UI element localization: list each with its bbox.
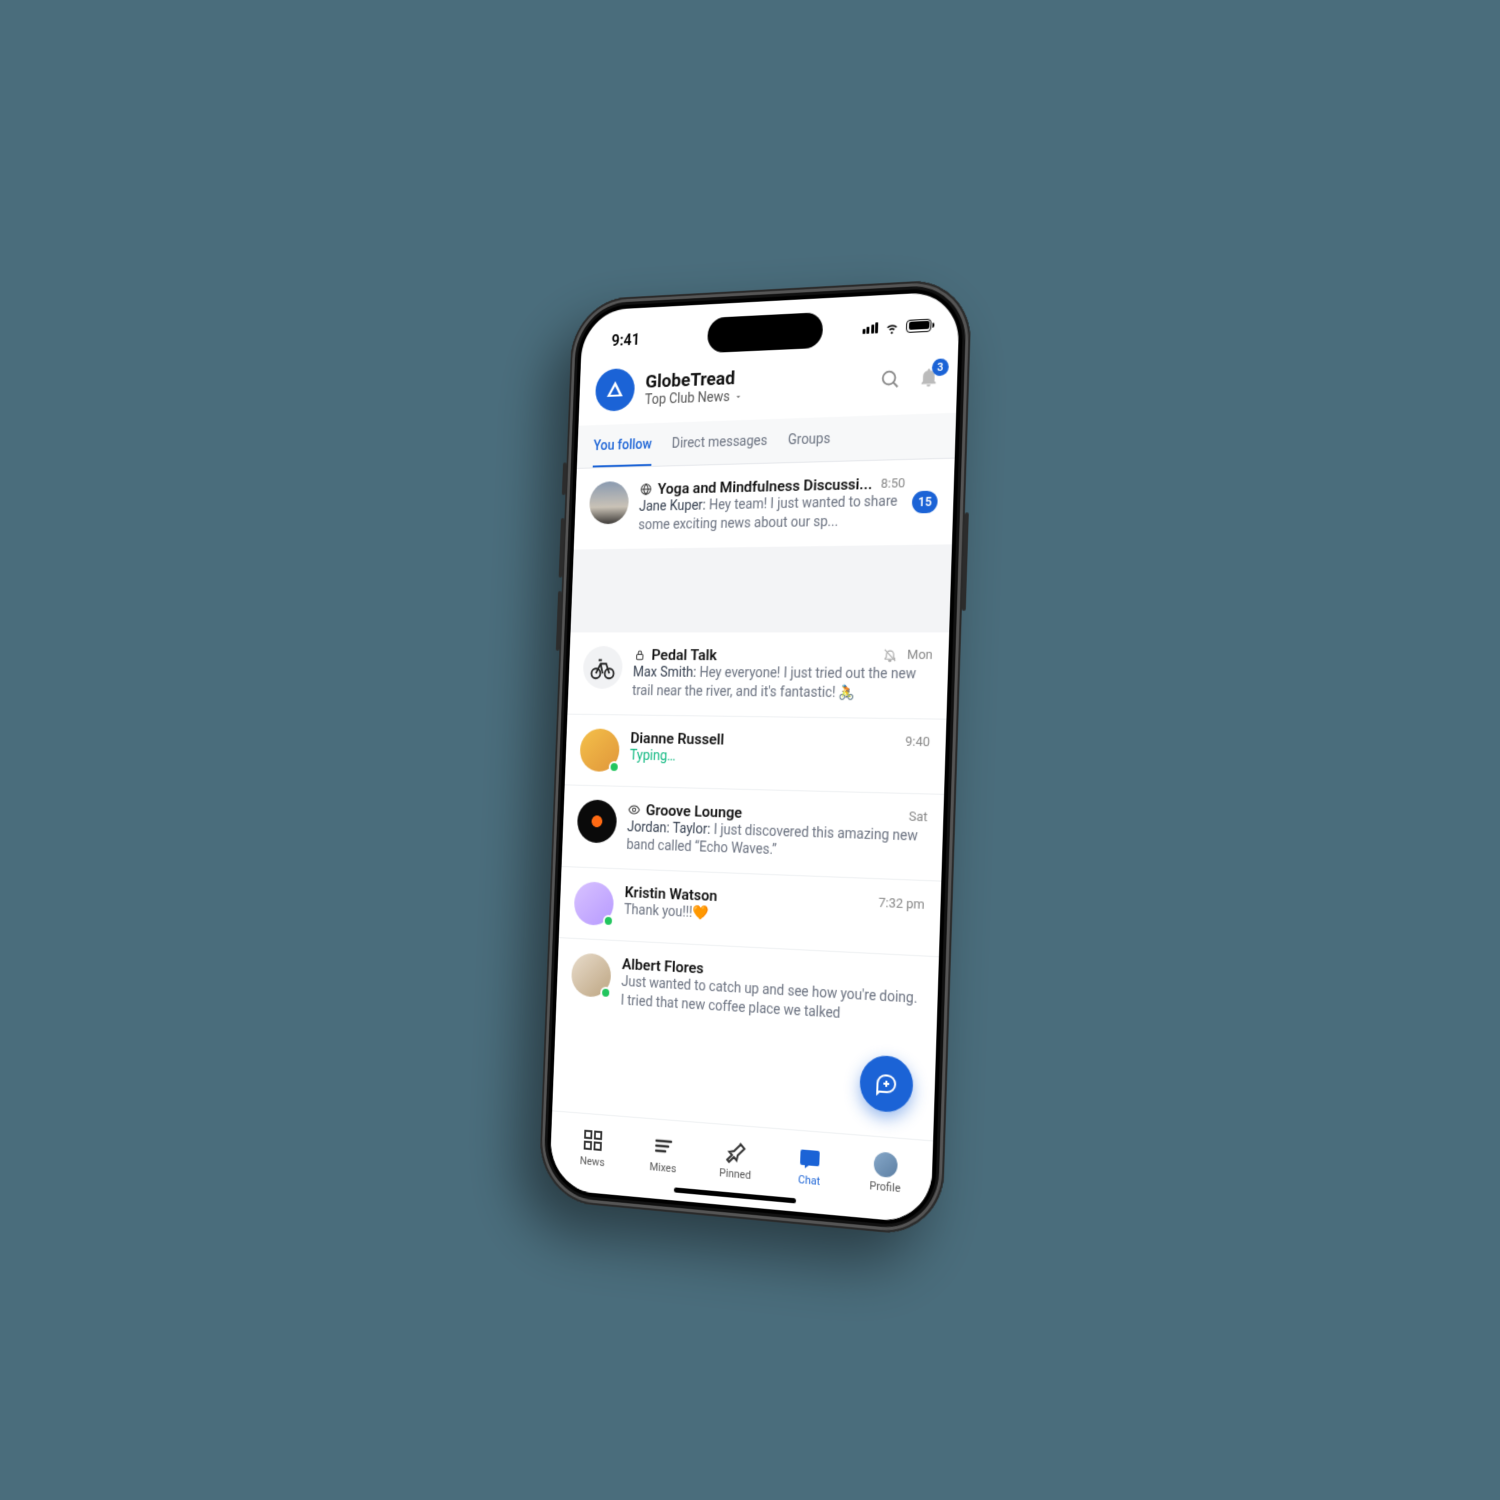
- muted-icon: [883, 648, 898, 663]
- news-icon: [582, 1127, 604, 1153]
- nav-chat[interactable]: Chat: [780, 1143, 839, 1189]
- notification-badge: 3: [932, 358, 949, 376]
- avatar: [589, 481, 630, 524]
- chat-title: Pedal Talk: [651, 646, 877, 665]
- dynamic-island: [707, 312, 823, 353]
- nav-label: Profile: [869, 1178, 900, 1194]
- chat-preview: Max Smith: Hey everyone! I just tried ou…: [632, 663, 932, 703]
- battery-icon: [906, 318, 932, 332]
- chat-time: 9:40: [905, 735, 930, 751]
- mixes-icon: [652, 1133, 675, 1159]
- chat-time: 8:50: [881, 476, 906, 492]
- chat-item-dianne[interactable]: Dianne Russell 9:40 Typing…: [565, 714, 947, 794]
- nav-label: Pinned: [719, 1166, 751, 1182]
- tab-direct-messages[interactable]: Direct messages: [671, 419, 768, 465]
- wifi-icon: [884, 318, 901, 336]
- list-separator: [571, 544, 952, 632]
- phone-frame: 9:41 GlobeTread Top Club News: [538, 278, 972, 1238]
- nav-label: Mixes: [649, 1160, 676, 1175]
- avatar: [582, 646, 623, 689]
- app-logo[interactable]: [595, 368, 636, 412]
- presence-online-icon: [600, 987, 611, 999]
- silence-switch[interactable]: [562, 462, 567, 495]
- nav-label: News: [580, 1154, 605, 1169]
- home-indicator[interactable]: [674, 1187, 796, 1203]
- feed-subtitle: Top Club News: [645, 389, 731, 408]
- chat-item-albert[interactable]: Albert Flores Just wanted to catch up an…: [556, 938, 939, 1044]
- notifications-button[interactable]: 3: [918, 366, 940, 389]
- volume-up-button[interactable]: [559, 518, 565, 578]
- tab-you-follow[interactable]: You follow: [593, 423, 653, 467]
- cellular-icon: [862, 322, 878, 334]
- nav-profile[interactable]: Profile: [855, 1149, 915, 1196]
- chat-item-groove[interactable]: Groove Lounge Sat Jordan: Taylor: I just…: [562, 785, 945, 882]
- bottom-nav: News Mixes Pinned Chat Profile: [549, 1110, 933, 1224]
- search-icon: [879, 367, 901, 390]
- screen: 9:41 GlobeTread Top Club News: [549, 291, 960, 1224]
- volume-down-button[interactable]: [556, 591, 562, 651]
- search-button[interactable]: [879, 367, 901, 390]
- pin-icon: [724, 1139, 747, 1165]
- avatar: [577, 799, 618, 843]
- chat-preview: Thank you!!!🧡: [624, 901, 925, 934]
- chat-preview: Jordan: Taylor: I just discovered this a…: [626, 818, 927, 866]
- nav-label: Chat: [798, 1172, 820, 1187]
- presence-online-icon: [603, 915, 614, 927]
- chat-title: Yoga and Mindfulness Discussi...: [657, 475, 875, 498]
- profile-avatar-icon: [874, 1151, 898, 1178]
- chat-time: 7:32 pm: [878, 895, 925, 912]
- power-button[interactable]: [962, 512, 969, 610]
- chat-preview: Just wanted to catch up and see how you'…: [620, 973, 922, 1029]
- tab-groups[interactable]: Groups: [787, 417, 831, 462]
- bell-icon: [918, 366, 940, 389]
- chat-preview: Jane Kuper: Hey team! I just wanted to s…: [638, 492, 905, 535]
- chevron-down-icon: [733, 391, 743, 401]
- typing-indicator: Typing…: [629, 746, 929, 771]
- chat-icon: [798, 1145, 822, 1172]
- chat-item-yoga[interactable]: Yoga and Mindfulness Discussi... 8:50 Ja…: [574, 459, 955, 550]
- chat-time: Mon: [907, 648, 933, 663]
- unread-badge: 15: [912, 490, 938, 513]
- presence-online-icon: [609, 761, 620, 773]
- chat-item-pedal[interactable]: Pedal Talk Mon Max Smith: Hey everyone! …: [567, 632, 949, 719]
- nav-pinned[interactable]: Pinned: [707, 1137, 765, 1182]
- compose-icon: [874, 1071, 898, 1097]
- lock-icon: [633, 648, 646, 662]
- new-chat-button[interactable]: [859, 1054, 914, 1114]
- chat-list: Yoga and Mindfulness Discussi... 8:50 Ja…: [552, 459, 954, 1141]
- status-time: 9:41: [611, 330, 640, 350]
- globe-icon: [639, 482, 652, 496]
- chat-time: Sat: [908, 809, 927, 825]
- nav-news[interactable]: News: [565, 1126, 620, 1170]
- nav-mixes[interactable]: Mixes: [635, 1131, 691, 1176]
- eye-icon: [628, 802, 641, 816]
